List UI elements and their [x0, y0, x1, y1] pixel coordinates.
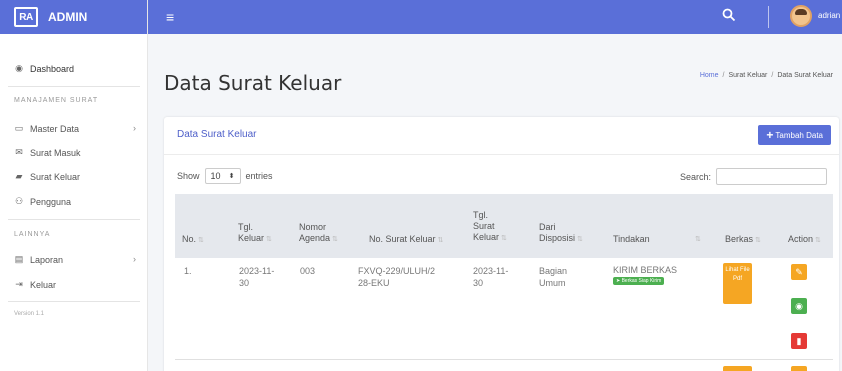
column-header-action[interactable]: Action ⇅ [788, 234, 821, 246]
brand-name: ADMIN [48, 10, 88, 24]
sidebar-item-label: Surat Keluar [30, 171, 81, 182]
view-button[interactable]: ◉ [791, 298, 807, 314]
column-header-dari-disposisi[interactable]: Dari Disposisi ⇅ [539, 222, 591, 245]
calendar-icon: ▭ [14, 123, 24, 133]
brand-logo: RA [14, 7, 38, 27]
sidebar-item-label: Master Data [30, 123, 80, 134]
edit-icon: ✎ [795, 266, 803, 277]
card-divider [164, 154, 839, 155]
column-header-tgl-keluar[interactable]: Tgl. Keluar ⇅ [238, 222, 284, 245]
sign-out-icon: ⇥ [15, 279, 23, 289]
sidebar-item-label: Dashboard [30, 63, 75, 74]
breadcrumb-current: Data Surat Keluar [777, 72, 833, 79]
palette-icon: ◉ [15, 63, 23, 73]
search-input[interactable] [716, 168, 828, 185]
column-header-nomor-agenda[interactable]: Nomor Agenda ⇅ [299, 222, 351, 245]
brand[interactable]: RA ADMIN [0, 0, 147, 34]
sidebar-section-heading: MANAJAMEN SURAT [14, 97, 99, 104]
breadcrumb-home[interactable]: Home [700, 72, 719, 79]
sidebar-item-label: Surat Masuk [30, 147, 81, 158]
sidebar-item-master-data[interactable]: ▭ Master Data [13, 123, 79, 134]
page-title: Data Surat Keluar [164, 71, 342, 95]
card-title: Data Surat Keluar [177, 129, 257, 140]
sidebar-item-label: Pengguna [30, 196, 72, 207]
column-header-berkas[interactable]: Berkas ⇅ [725, 234, 761, 246]
sidebar-item-surat-masuk[interactable]: ✉ Surat Masuk [13, 147, 81, 158]
column-header-tgl-surat-keluar[interactable]: Tgl. Surat Keluar ⇅ [473, 210, 511, 244]
status-badge: ➤ Berkas Siap Kirim [613, 277, 665, 285]
send-icon: ➤ [616, 278, 621, 284]
navbar-divider [768, 6, 769, 28]
sort-icon: ⇅ [695, 236, 701, 243]
sidebar: RA ADMIN ◉ Dashboard MANAJAMEN SURAT ▭ M… [0, 0, 148, 371]
sidebar-item-label: Keluar [30, 279, 57, 290]
sidebar-section-heading: LAINNYA [14, 231, 51, 238]
edit-button[interactable]: ✎ [791, 264, 807, 280]
sidebar-divider [8, 86, 140, 87]
breadcrumb-item[interactable]: Surat Keluar [728, 72, 767, 79]
column-header-tindakan[interactable]: Tindakan [613, 234, 650, 245]
table-search: Search: [680, 168, 828, 185]
avatar[interactable] [790, 5, 812, 27]
cell-no-surat: FXVQ-229/ULUH/228-EKU [358, 266, 436, 288]
sidebar-item-keluar[interactable]: ⇥ Keluar [13, 279, 56, 290]
car-icon: ▰ [15, 171, 23, 181]
sidebar-item-surat-keluar[interactable]: ▰ Surat Keluar [13, 171, 81, 182]
file-icon: ▤ [14, 254, 24, 264]
entries-select[interactable]: 10 ⬍ [204, 168, 241, 184]
sidebar-item-label: Laporan [30, 254, 64, 265]
cell-tindakan: KIRIM BERKAS [613, 265, 678, 275]
table-header: No. ⇅ Tgl. Keluar ⇅ Nomor Agenda ⇅ No. Sura… [175, 194, 833, 258]
delete-button[interactable]: ▮ [791, 333, 807, 349]
sidebar-divider [8, 301, 140, 302]
cell-no: 1. [184, 266, 192, 276]
entries-length-control: Show 10 ⬍ entries [177, 168, 273, 184]
cell-tgl-surat: 2023-11-30 [473, 266, 509, 288]
version-text: Version 1.1 [14, 311, 45, 317]
search-icon[interactable] [722, 8, 736, 22]
users-icon: ⚇ [14, 196, 24, 206]
sidebar-item-dashboard[interactable]: ◉ Dashboard [13, 63, 74, 74]
add-data-button[interactable]: + Tambah Data [758, 125, 831, 145]
trash-icon: ▮ [796, 335, 802, 346]
eye-icon: ◉ [795, 300, 803, 311]
breadcrumb: Home / Surat Keluar / Data Surat Keluar [699, 72, 833, 79]
cell-disposisi: Bagian Umum [539, 266, 568, 288]
next-row-edit-button[interactable] [791, 366, 807, 371]
row-divider [175, 359, 833, 360]
mail-icon: ✉ [15, 147, 23, 157]
cell-nomor-agenda: 003 [300, 266, 316, 276]
sidebar-item-pengguna[interactable]: ⚇ Pengguna [13, 196, 71, 207]
data-card: Data Surat Keluar + Tambah Data Show 10 … [164, 117, 839, 371]
view-file-button[interactable]: Lihat File Pdf [723, 263, 752, 304]
select-caret-icon: ⬍ [228, 173, 235, 180]
column-header-no-surat-keluar[interactable]: No. Surat Keluar ⇅ [369, 234, 443, 246]
next-row-file-button[interactable] [723, 366, 752, 371]
plus-icon: + [766, 128, 774, 142]
top-navbar: ≡ adrian [148, 0, 842, 34]
user-name[interactable]: adrian [818, 11, 840, 20]
sidebar-item-laporan[interactable]: ▤ Laporan [13, 254, 63, 265]
sidebar-divider [8, 219, 140, 220]
cell-tgl-keluar: 2023-11-30 [239, 266, 275, 288]
chevron-right-icon: › [133, 123, 136, 133]
menu-toggle-icon[interactable]: ≡ [166, 9, 174, 25]
column-header-no[interactable]: No. ⇅ [182, 234, 204, 246]
chevron-right-icon: › [133, 254, 136, 264]
